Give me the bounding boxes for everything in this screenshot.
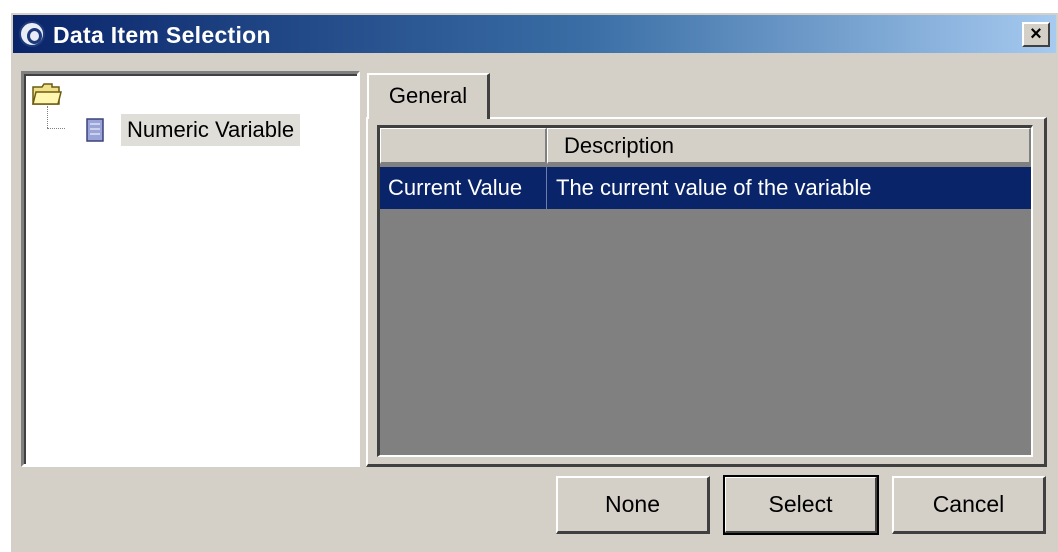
row-description-cell: The current value of the variable xyxy=(556,175,872,200)
variable-icon xyxy=(86,118,104,142)
select-button[interactable]: Select xyxy=(723,475,879,535)
tree-connector xyxy=(47,106,48,128)
column-header-description[interactable]: Description xyxy=(547,128,1031,164)
cancel-button[interactable]: Cancel xyxy=(892,476,1046,534)
table-row[interactable]: Current Value The current value of the v… xyxy=(380,167,1031,209)
tree-item-numeric-variable[interactable]: Numeric Variable xyxy=(121,114,301,146)
title-bar[interactable]: Data Item Selection × xyxy=(13,15,1056,53)
none-button[interactable]: None xyxy=(556,476,710,534)
data-item-selection-dialog: Data Item Selection × Numeric Variable G… xyxy=(10,12,1058,552)
row-name-cell: Current Value xyxy=(388,175,523,200)
folder-icon[interactable] xyxy=(32,82,62,106)
column-separator xyxy=(546,167,547,209)
table-header: Description xyxy=(380,128,1031,164)
window-title: Data Item Selection xyxy=(53,22,271,48)
tree-connector xyxy=(47,128,65,129)
close-button[interactable]: × xyxy=(1022,22,1050,47)
app-icon xyxy=(19,21,45,47)
column-header-name[interactable] xyxy=(380,128,547,164)
tree-view[interactable]: Numeric Variable xyxy=(21,71,360,467)
tab-general[interactable]: General xyxy=(367,73,490,119)
data-item-table[interactable]: Description Current Value The current va… xyxy=(377,125,1033,457)
